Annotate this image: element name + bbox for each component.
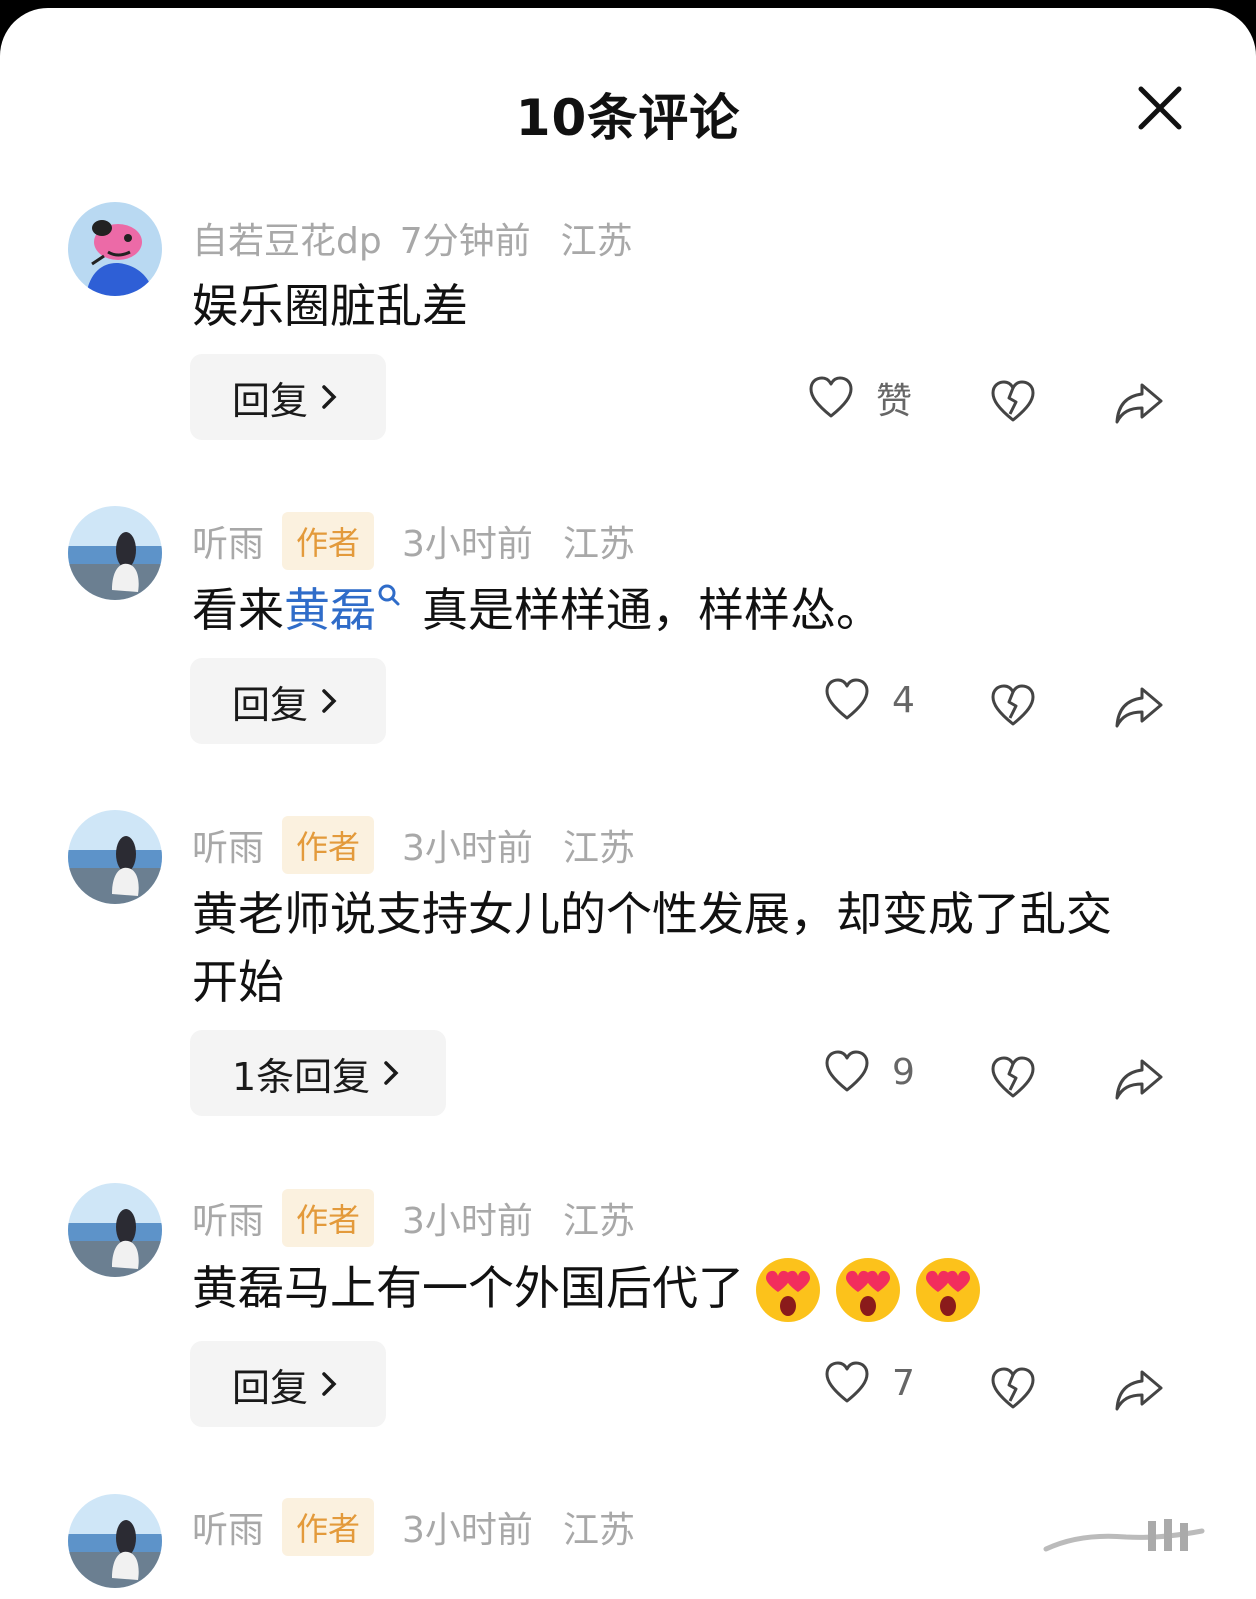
comment-location: 江苏 [560, 221, 633, 262]
share-arrow-icon[interactable] [1114, 1369, 1164, 1411]
heart-outline-icon [825, 678, 869, 720]
avatar[interactable] [68, 810, 162, 904]
comment-text-content: 真是样样通，样样怂。 [422, 583, 882, 637]
share-arrow-icon[interactable] [1114, 686, 1164, 728]
chevron-right-icon [384, 1061, 399, 1085]
author-badge: 作者 [282, 1189, 375, 1247]
comment-text-content: 黄老师说支持女儿的个性发展，却变成了乱交开始 [192, 887, 1112, 1009]
avatar[interactable] [68, 1183, 162, 1277]
like-count: 9 [892, 1051, 915, 1093]
comment-meta: 自若豆花dp 7分钟前 江苏 [192, 212, 633, 264]
like-count: 4 [892, 679, 915, 721]
comment-meta: 听雨 作者 3小时前 江苏 [192, 512, 635, 570]
share-arrow-icon[interactable] [1114, 382, 1164, 424]
username[interactable]: 自若豆花dp [192, 212, 382, 264]
topic-link[interactable]: 黄磊 [284, 583, 376, 637]
comment-text: 黄老师说支持女儿的个性发展，却变成了乱交开始 [192, 880, 1152, 1016]
like-button[interactable]: 7 [824, 1361, 915, 1405]
username[interactable]: 听雨 [192, 819, 264, 871]
heart-eyes-emoji [916, 1257, 980, 1322]
reply-label: 回复 [232, 1365, 309, 1410]
comment-time: 3小时前 [402, 1510, 533, 1551]
view-replies-button[interactable]: 1条回复 [190, 1030, 446, 1116]
share-arrow-icon[interactable] [1114, 1058, 1164, 1100]
chevron-right-icon [322, 385, 337, 409]
comments-sheet: 10条评论 自若豆花dp 7分钟前 江苏 娱乐圈脏乱差 回复 赞 听雨 作者 3… [0, 8, 1256, 1599]
chevron-right-icon [322, 1372, 337, 1396]
reply-button[interactable]: 回复 [190, 658, 386, 744]
comment-time: 3小时前 [402, 1201, 533, 1242]
close-icon[interactable] [1138, 86, 1182, 130]
reply-button[interactable]: 回复 [190, 354, 386, 440]
avatar[interactable] [68, 506, 162, 600]
username[interactable]: 听雨 [192, 1192, 264, 1244]
comment-time: 3小时前 [402, 828, 533, 869]
comment-location: 江苏 [562, 828, 635, 869]
comment-location: 江苏 [562, 524, 635, 565]
broken-heart-icon[interactable] [990, 380, 1036, 424]
comment-time: 3小时前 [402, 524, 533, 565]
like-button[interactable]: 9 [824, 1050, 915, 1094]
author-badge: 作者 [282, 512, 375, 570]
comment-text-content: 看来 [192, 583, 284, 637]
like-button[interactable]: 4 [824, 678, 915, 722]
heart-eyes-emoji [836, 1257, 900, 1322]
avatar[interactable] [68, 1494, 162, 1588]
comment-location: 江苏 [562, 1201, 635, 1242]
reply-label: 回复 [232, 378, 309, 423]
reply-label: 1条回复 [232, 1054, 371, 1099]
comment-text-content: 黄磊马上有一个外国后代了 [192, 1261, 744, 1315]
search-icon[interactable] [376, 582, 402, 618]
heart-eyes-emoji [756, 1257, 820, 1322]
heart-outline-icon [825, 1361, 869, 1403]
comment-meta: 听雨 作者 3小时前 江苏 [192, 1498, 635, 1556]
like-count: 7 [892, 1362, 915, 1404]
like-button[interactable]: 赞 [808, 372, 912, 424]
comment-location: 江苏 [562, 1510, 635, 1551]
comment-text: 看来黄磊 真是样样通，样样怂。 [192, 576, 1172, 644]
comment-meta: 听雨 作者 3小时前 江苏 [192, 816, 635, 874]
comment-text: 娱乐圈脏乱差 [192, 272, 1172, 340]
reply-label: 回复 [232, 682, 309, 727]
broken-heart-icon[interactable] [990, 1056, 1036, 1100]
chevron-right-icon [322, 689, 337, 713]
reply-button[interactable]: 回复 [190, 1341, 386, 1427]
watermark-logo [1043, 1519, 1205, 1552]
username[interactable]: 听雨 [192, 515, 264, 567]
broken-heart-icon[interactable] [990, 1367, 1036, 1411]
author-badge: 作者 [282, 816, 375, 874]
broken-heart-icon[interactable] [990, 684, 1036, 728]
avatar[interactable] [68, 202, 162, 296]
author-badge: 作者 [282, 1498, 375, 1556]
like-count: 赞 [876, 381, 913, 422]
comment-meta: 听雨 作者 3小时前 江苏 [192, 1189, 635, 1247]
comments-title: 10条评论 [515, 89, 741, 147]
heart-outline-icon [825, 1050, 869, 1092]
comment-time: 7分钟前 [399, 221, 531, 262]
comment-text-content: 娱乐圈脏乱差 [192, 279, 468, 333]
username[interactable]: 听雨 [192, 1501, 264, 1553]
heart-outline-icon [809, 376, 853, 418]
comment-text: 黄磊马上有一个外国后代了 [192, 1254, 1172, 1324]
